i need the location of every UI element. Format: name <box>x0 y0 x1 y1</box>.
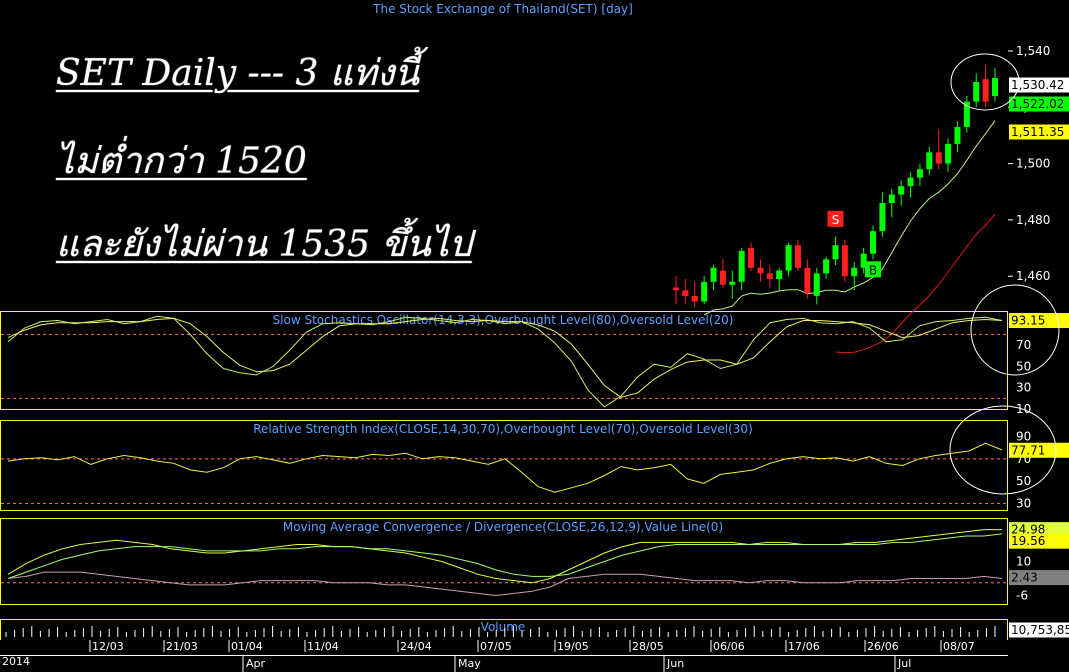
date-axis: 12/03 21/03 01/04 11/04 24/04 07/05 19/05 28/05… <box>0 640 1008 672</box>
stochastic-tick-label: 30 <box>1016 381 1031 395</box>
candle-body <box>870 231 877 254</box>
candle-body <box>841 245 848 277</box>
month-tick-label: May <box>458 657 481 670</box>
candle-body <box>973 81 980 102</box>
candle-body <box>888 194 895 204</box>
price-tick-label: 1,500 <box>1016 157 1050 171</box>
macd-tick-label: -6 <box>1016 589 1028 603</box>
rsi-title: Relative Strength Index(CLOSE,14,30,70),… <box>253 422 753 436</box>
candle-body <box>851 267 858 277</box>
note-line-1: SET Daily --- 3 แท่งนี้ <box>56 53 419 94</box>
date-tick-label: 01/04 <box>231 640 263 653</box>
signal-label-sell: S <box>832 213 840 227</box>
rsi-tick-label: 30 <box>1016 496 1031 510</box>
candle-body <box>701 281 708 302</box>
candle-body <box>757 267 764 274</box>
rsi-tick-label: 90 <box>1016 430 1031 444</box>
date-tick-label: 06/06 <box>713 640 745 653</box>
date-tick-label: 08/07 <box>943 640 975 653</box>
year-label: 2014 <box>2 655 30 668</box>
date-tick-label: 26/06 <box>867 640 899 653</box>
stochastic-last-value: 93.15 <box>1011 314 1045 328</box>
candle-body <box>823 259 830 274</box>
month-tick-label: Jun <box>666 657 684 670</box>
price-tick-label: 1,460 <box>1016 269 1050 283</box>
signal-value-label: 19.56 <box>1011 534 1045 548</box>
month-tick-label: Jul <box>897 657 911 670</box>
candle-body <box>673 287 679 291</box>
candle-body <box>710 267 717 282</box>
candle-body <box>804 267 811 294</box>
price-label-ma-slow: 1,511.35 <box>1011 125 1064 139</box>
candle-body <box>766 273 773 280</box>
candle-body <box>832 245 839 260</box>
price-tick-label: 1,540 <box>1016 44 1050 58</box>
date-tick-label: 21/03 <box>166 640 198 653</box>
candle-body <box>719 270 726 285</box>
date-tick-label: 11/04 <box>307 640 339 653</box>
date-tick-label: 17/06 <box>788 640 820 653</box>
candle-body <box>907 177 914 187</box>
date-tick-label: 24/04 <box>400 640 432 653</box>
volume-last-value: 10,753,85 <box>1011 623 1069 637</box>
stochastic-tick-label: 50 <box>1016 359 1031 373</box>
month-tick-label: Apr <box>246 657 266 670</box>
candle-body <box>954 126 961 144</box>
note-line-2: ไม่ต่ำกว่า 1520 <box>56 141 307 182</box>
date-tick-label: 12/03 <box>92 640 124 653</box>
candle-body <box>916 169 923 178</box>
date-tick-label: 07/05 <box>480 640 512 653</box>
candle-body <box>794 245 801 268</box>
stochastic-title: Slow Stochastics Oscillator(14,3,3),Over… <box>273 313 734 327</box>
candle-body <box>926 152 933 170</box>
candle-body <box>992 78 998 97</box>
candle-body <box>729 281 736 285</box>
candle-body <box>748 248 755 268</box>
rsi-last-value: 77.71 <box>1011 443 1045 457</box>
candle-body <box>785 245 792 271</box>
signal-label-buy: B <box>869 263 877 277</box>
price-label-ma-fast: 1,522.02 <box>1011 97 1064 111</box>
candle-body <box>776 270 783 280</box>
candle-body <box>813 273 820 296</box>
stochastic-tick-label: 70 <box>1016 338 1031 352</box>
candle-body <box>879 203 886 232</box>
macd-title: Moving Average Convergence / Divergence(… <box>283 520 723 534</box>
candle-body <box>982 79 989 102</box>
histogram-value-label: 2.43 <box>1011 571 1038 585</box>
candle-body <box>935 152 942 164</box>
candle-body <box>945 143 952 164</box>
volume-title: Volume <box>481 620 526 634</box>
candle-body <box>691 295 698 302</box>
macd-tick-label: 10 <box>1016 555 1031 569</box>
date-tick-label: 28/05 <box>632 640 664 653</box>
chart-title: The Stock Exchange of Thailand(SET) [day… <box>372 2 633 16</box>
note-line-3: และยังไม่ผ่าน 1535 ขึ้นไป <box>56 224 472 265</box>
candle-body <box>682 290 689 296</box>
candle-body <box>738 250 745 282</box>
rsi-tick-label: 50 <box>1016 474 1031 488</box>
candle-body <box>898 186 905 195</box>
date-tick-label: 19/05 <box>557 640 589 653</box>
price-tick-label: 1,480 <box>1016 213 1050 227</box>
